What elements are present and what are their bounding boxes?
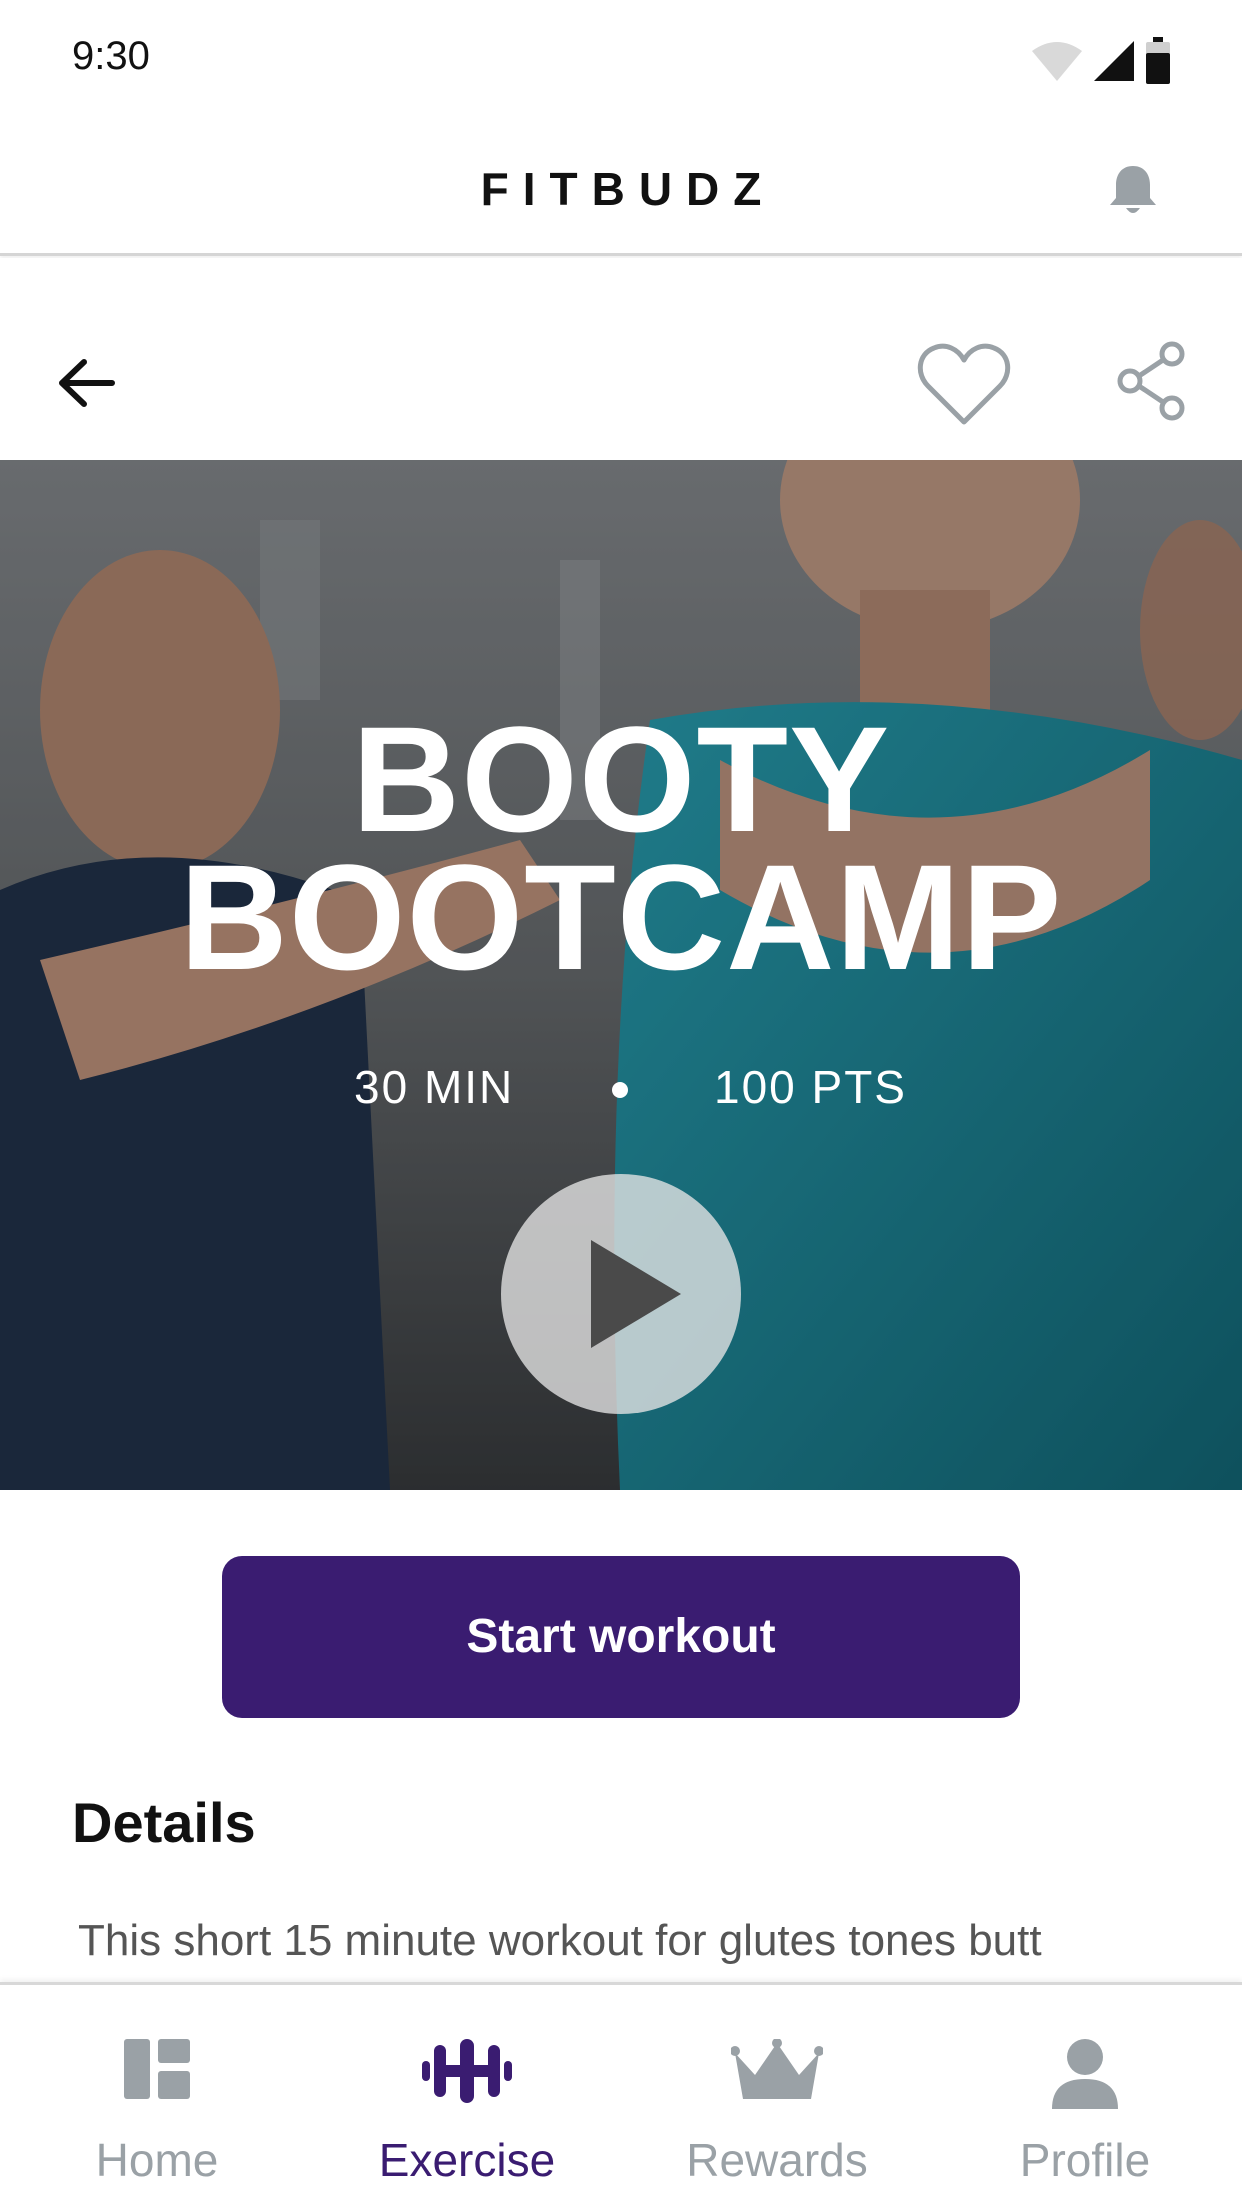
nav-label-exercise: Exercise bbox=[378, 2134, 556, 2186]
workout-hero: BOOTY BOOTCAMP 30 MIN 100 PTS bbox=[0, 460, 1242, 1490]
workout-title-line1: BOOTY bbox=[351, 695, 891, 863]
status-time: 9:30 bbox=[72, 34, 150, 78]
detail-toolbar bbox=[0, 258, 1242, 458]
signal-icon bbox=[1094, 41, 1134, 81]
profile-icon bbox=[1052, 2039, 1118, 2109]
nav-item-home[interactable]: Home bbox=[2, 1985, 312, 2208]
back-arrow-icon[interactable] bbox=[54, 350, 120, 416]
bottom-nav: Home Exercise Rewards Profile bbox=[0, 1982, 1242, 2208]
start-workout-button[interactable]: Start workout bbox=[222, 1556, 1020, 1718]
crown-icon bbox=[731, 2039, 823, 2099]
workout-title: BOOTY BOOTCAMP bbox=[0, 695, 1242, 1001]
nav-item-rewards[interactable]: Rewards bbox=[622, 1985, 932, 2208]
battery-icon bbox=[1146, 37, 1170, 84]
play-button[interactable] bbox=[501, 1174, 741, 1414]
details-description: This short 15 minute workout for glutes … bbox=[78, 1916, 1042, 1965]
status-bar: 9:30 bbox=[0, 0, 1242, 116]
workout-meta: 30 MIN 100 PTS bbox=[0, 1060, 1242, 1120]
wifi-icon bbox=[1032, 42, 1082, 81]
nav-label-profile: Profile bbox=[1019, 2134, 1151, 2186]
nav-item-profile[interactable]: Profile bbox=[930, 1985, 1240, 2208]
share-icon[interactable] bbox=[1116, 340, 1188, 422]
workout-title-line2: BOOTCAMP bbox=[179, 833, 1063, 1001]
bell-icon[interactable] bbox=[1104, 162, 1162, 220]
app-logo-title: FITBUDZ bbox=[480, 163, 776, 215]
workout-duration: 30 MIN bbox=[354, 1061, 515, 1113]
meta-separator-dot bbox=[612, 1082, 628, 1098]
dumbbell-icon bbox=[422, 2039, 512, 2103]
heart-icon[interactable] bbox=[916, 340, 1012, 428]
nav-item-exercise[interactable]: Exercise bbox=[312, 1985, 622, 2208]
workout-points: 100 PTS bbox=[714, 1061, 907, 1113]
details-heading: Details bbox=[72, 1791, 256, 1854]
play-icon bbox=[591, 1240, 681, 1348]
home-icon bbox=[124, 2039, 190, 2099]
status-icons bbox=[1030, 36, 1172, 86]
nav-label-home: Home bbox=[95, 2134, 219, 2186]
app-header: FITBUDZ bbox=[0, 116, 1242, 256]
nav-label-rewards: Rewards bbox=[686, 2134, 868, 2186]
